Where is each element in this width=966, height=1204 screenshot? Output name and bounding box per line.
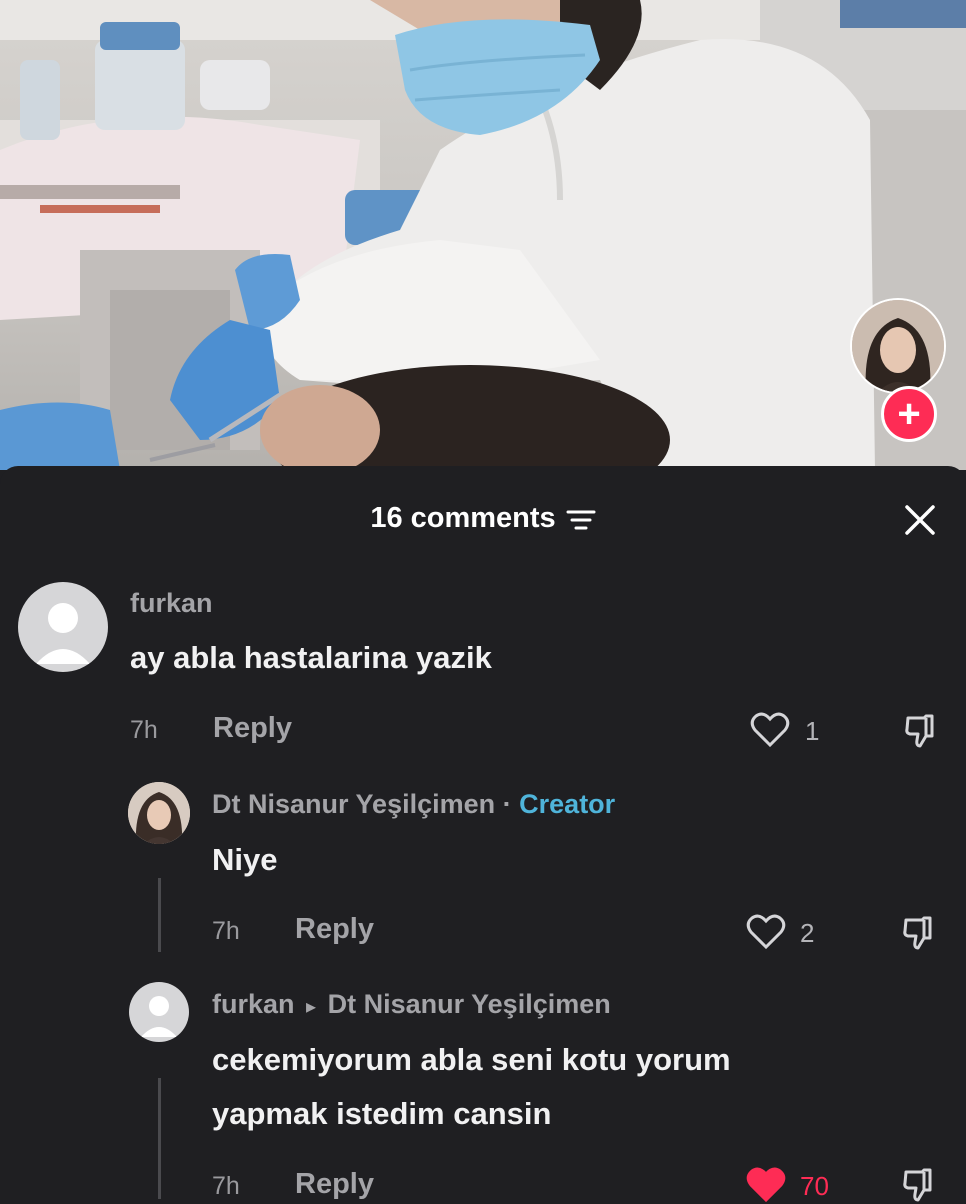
- dislike-icon[interactable]: [900, 1164, 940, 1204]
- default-avatar-icon: [141, 996, 177, 1037]
- like-count: 70: [800, 1171, 829, 1201]
- heart-filled-icon[interactable]: [746, 1167, 786, 1203]
- comments-sheet: 16 comments furkan ay abla hastalarina y…: [0, 466, 966, 1203]
- reply-arrow-icon: ▸: [306, 996, 317, 1018]
- reply-button[interactable]: Reply: [295, 1168, 374, 1201]
- follow-button[interactable]: +: [881, 386, 937, 442]
- video-frame: [0, 0, 966, 470]
- reply-to-name[interactable]: Dt Nisanur Yeşilçimen: [328, 989, 611, 1019]
- comment-username[interactable]: furkan ▸ Dt Nisanur Yeşilçimen: [212, 989, 611, 1020]
- creator-avatar[interactable]: [850, 298, 946, 394]
- video-player[interactable]: +: [0, 0, 966, 470]
- comment-item-reply: furkan ▸ Dt Nisanur Yeşilçimen cekemiyor…: [0, 466, 966, 1203]
- thread-line: [158, 1078, 161, 1199]
- comment-text-line-1: cekemiyorum abla seni kotu yorum: [212, 1042, 731, 1077]
- comment-time: 7h: [212, 1172, 240, 1200]
- avatar[interactable]: [129, 982, 189, 1042]
- reply-author[interactable]: furkan: [212, 989, 295, 1019]
- comment-text-line-2: yapmak istedim cansin: [212, 1096, 552, 1131]
